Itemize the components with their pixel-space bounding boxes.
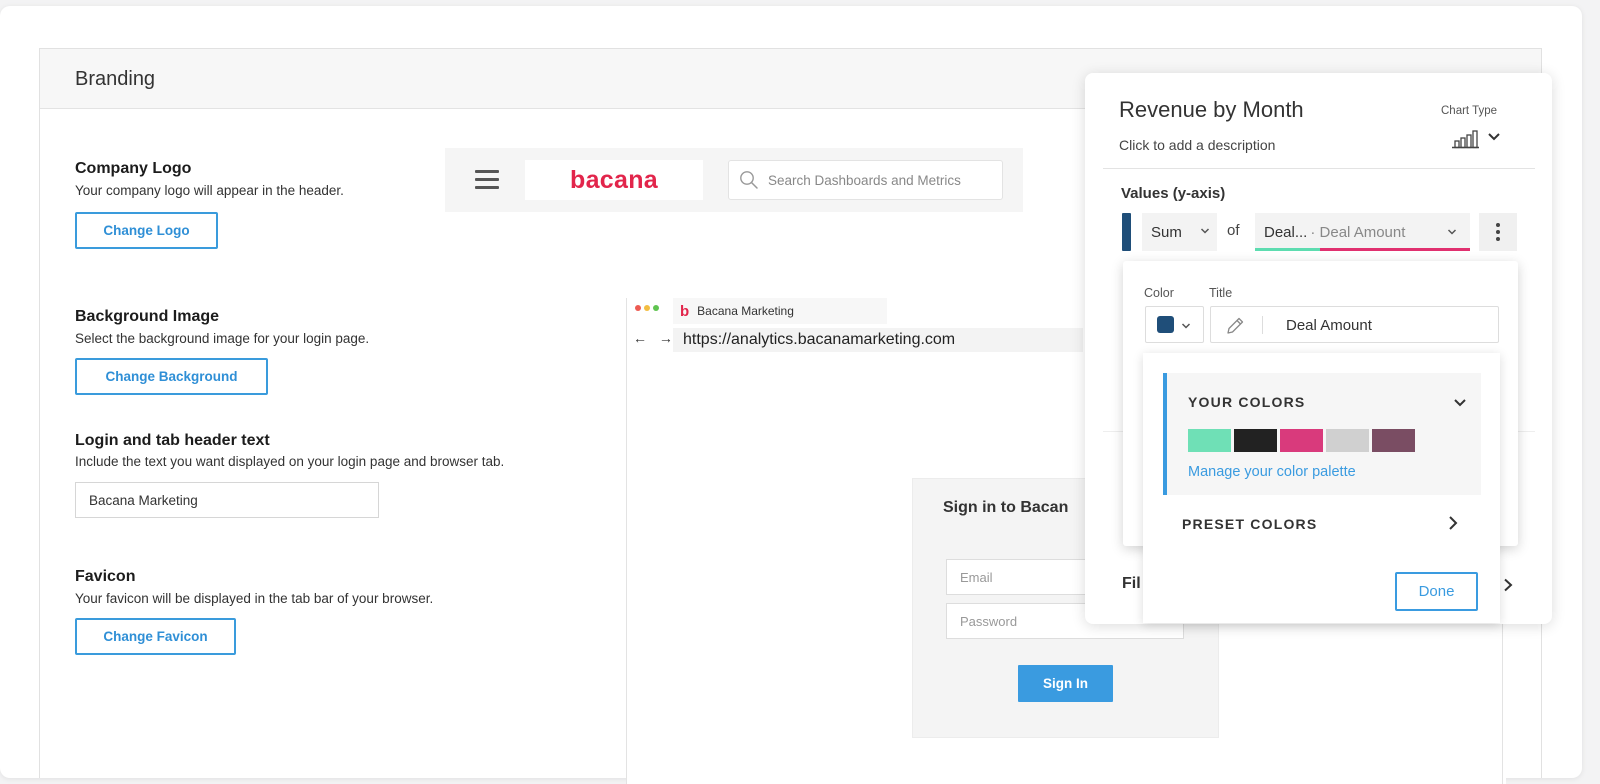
close-dot bbox=[635, 305, 641, 311]
background-image-title: Background Image bbox=[75, 308, 220, 325]
chart-type-label: Chart Type bbox=[1441, 105, 1498, 117]
color-dropdown[interactable] bbox=[1145, 306, 1204, 343]
title-label: Title bbox=[1209, 286, 1233, 300]
chevron-down-icon bbox=[1447, 229, 1457, 235]
background-image-description: Select the background image for your log… bbox=[75, 331, 370, 346]
header-text-input[interactable]: Bacana Marketing bbox=[75, 482, 379, 518]
manage-palette-link[interactable]: Manage your color palette bbox=[1188, 464, 1356, 480]
more-options-icon[interactable] bbox=[1479, 213, 1517, 251]
aggregation-value: Sum bbox=[1151, 223, 1182, 241]
divider bbox=[1103, 168, 1535, 169]
filters-label: Fil bbox=[1122, 575, 1141, 592]
search-placeholder: Search Dashboards and Metrics bbox=[768, 172, 961, 188]
bar-chart-icon[interactable] bbox=[1451, 129, 1481, 149]
field-full-name: · Deal Amount bbox=[1310, 223, 1406, 241]
values-label: Values (y-axis) bbox=[1121, 185, 1226, 202]
chevron-down-icon[interactable] bbox=[1487, 130, 1501, 144]
signin-title: Sign in to Bacan bbox=[943, 499, 1069, 516]
header-text-title: Login and tab header text bbox=[75, 432, 270, 449]
chevron-right-icon[interactable] bbox=[1502, 578, 1514, 592]
change-favicon-button[interactable]: Change Favicon bbox=[75, 618, 236, 655]
chart-title[interactable]: Revenue by Month bbox=[1119, 97, 1304, 123]
chevron-down-icon[interactable] bbox=[1453, 397, 1467, 409]
logo-text: bacana bbox=[570, 165, 658, 194]
chevron-down-icon bbox=[1200, 228, 1210, 234]
field-underline bbox=[1320, 248, 1470, 251]
minimize-dot bbox=[644, 305, 650, 311]
color-swatch[interactable] bbox=[1234, 429, 1277, 452]
sign-in-button[interactable]: Sign In bbox=[1018, 665, 1113, 702]
divider bbox=[1262, 316, 1263, 334]
company-logo: bacana bbox=[525, 160, 703, 200]
browser-tab[interactable]: b Bacana Marketing bbox=[673, 298, 887, 324]
field-short-name: Deal... bbox=[1264, 223, 1308, 241]
color-swatch[interactable] bbox=[1372, 429, 1415, 452]
change-background-button[interactable]: Change Background bbox=[75, 358, 268, 395]
color-swatch[interactable] bbox=[1280, 429, 1323, 452]
color-label: Color bbox=[1144, 286, 1174, 300]
selected-color-swatch bbox=[1157, 316, 1174, 333]
change-logo-button[interactable]: Change Logo bbox=[75, 212, 218, 249]
series-title-input[interactable]: Deal Amount bbox=[1210, 306, 1499, 343]
search-input[interactable]: Search Dashboards and Metrics bbox=[728, 160, 1003, 200]
of-label: of bbox=[1227, 222, 1240, 239]
favicon-title: Favicon bbox=[75, 568, 136, 585]
series-color-indicator bbox=[1122, 213, 1131, 251]
page-title: Branding bbox=[75, 68, 156, 90]
aggregation-select[interactable]: Sum bbox=[1142, 213, 1217, 251]
header-text-description: Include the text you want displayed on y… bbox=[75, 454, 505, 469]
pencil-icon bbox=[1227, 317, 1244, 334]
chevron-right-icon[interactable] bbox=[1448, 515, 1458, 531]
hamburger-icon[interactable] bbox=[475, 170, 499, 190]
maximize-dot bbox=[653, 305, 659, 311]
color-swatch[interactable] bbox=[1326, 429, 1369, 452]
header-preview: bacana Search Dashboards and Metrics bbox=[445, 148, 1023, 212]
field-underline bbox=[1255, 248, 1320, 251]
tab-label: Bacana Marketing bbox=[697, 304, 794, 318]
your-colors-label[interactable]: YOUR COLORS bbox=[1188, 394, 1305, 410]
company-logo-title: Company Logo bbox=[75, 160, 192, 177]
window-controls bbox=[635, 305, 659, 311]
nav-arrows[interactable]: ← → bbox=[633, 330, 677, 346]
series-title-value: Deal Amount bbox=[1286, 317, 1372, 334]
company-logo-description: Your company logo will appear in the hea… bbox=[75, 183, 344, 198]
favicon-description: Your favicon will be displayed in the ta… bbox=[75, 591, 434, 606]
favicon-icon: b bbox=[680, 302, 690, 320]
preset-colors-label[interactable]: PRESET COLORS bbox=[1182, 516, 1317, 532]
color-swatches bbox=[1188, 429, 1415, 452]
color-swatch[interactable] bbox=[1188, 429, 1231, 452]
chevron-down-icon bbox=[1181, 323, 1191, 329]
done-button[interactable]: Done bbox=[1395, 572, 1478, 611]
color-palette-menu: YOUR COLORS Manage your color palette PR… bbox=[1143, 353, 1500, 623]
url-bar[interactable]: https://analytics.bacanamarketing.com bbox=[673, 328, 1083, 352]
your-colors-section: YOUR COLORS Manage your color palette bbox=[1163, 373, 1481, 495]
search-icon bbox=[740, 171, 758, 189]
chart-description[interactable]: Click to add a description bbox=[1119, 137, 1275, 153]
field-select[interactable]: Deal... · Deal Amount bbox=[1255, 213, 1470, 251]
